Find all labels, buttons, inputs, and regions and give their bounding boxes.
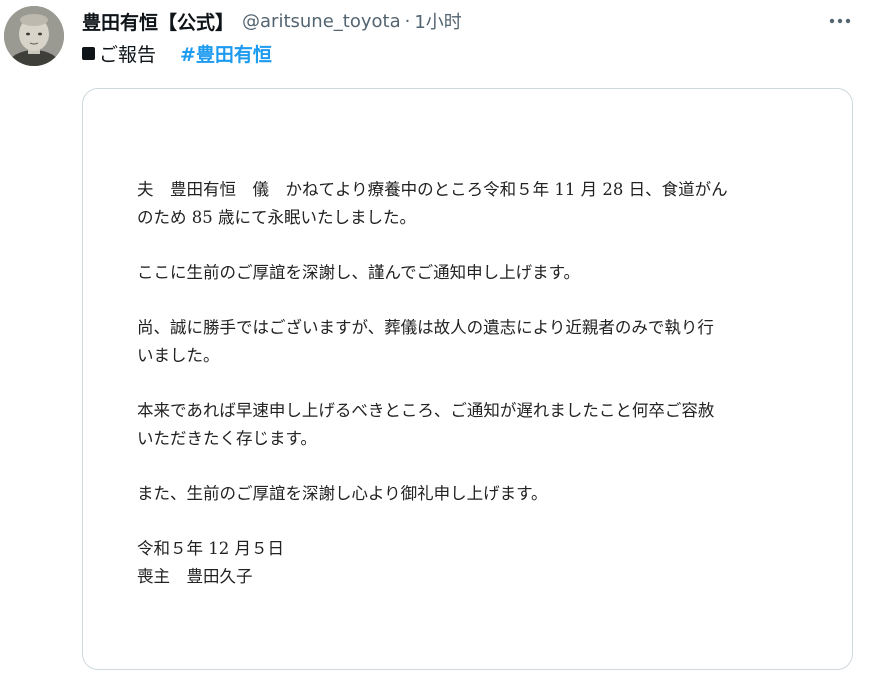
display-name[interactable]: 豊田有恒【公式】 — [82, 8, 234, 35]
more-button[interactable] — [826, 10, 854, 32]
letter-line: また、生前のご厚誼を深謝し心より御礼申し上げます。 — [137, 484, 548, 503]
tweet-text-prefix: ご報告 — [99, 43, 157, 66]
hashtag-link[interactable]: #豊田有恒 — [180, 40, 272, 67]
timestamp[interactable]: 1小时 — [414, 8, 461, 34]
letter-paragraph-4: 本来であれば早速申し上げるべきところ、ご通知が遅れましたこと何卒ご容赦 いただき… — [137, 397, 817, 453]
tweet-text: ご報告 #豊田有恒 — [82, 38, 272, 68]
media-image[interactable]: 夫 豊田有恒 儀 かねてより療養中のところ令和５年 11 月 28 日、食道がん… — [82, 88, 853, 670]
letter-paragraph-2: ここに生前のご厚誼を深謝し、謹んでご通知申し上げます。 — [137, 259, 817, 287]
letter-line: いました。 — [137, 346, 220, 365]
letter-line: いただきたく存じます。 — [137, 429, 317, 448]
letter-closing: 令和５年 12 月５日 喪主 豊田久子 — [137, 535, 817, 591]
separator-dot: · — [404, 10, 411, 32]
letter-date: 令和５年 12 月５日 — [137, 539, 284, 558]
avatar-photo — [4, 6, 64, 66]
letter-paragraph-5: また、生前のご厚誼を深謝し心より御礼申し上げます。 — [137, 480, 817, 508]
avatar[interactable] — [4, 6, 64, 66]
letter-signature: 喪主 豊田久子 — [137, 567, 253, 586]
letter-line: ここに生前のご厚誼を深謝し、謹んでご通知申し上げます。 — [137, 263, 581, 282]
tweet-header: 豊田有恒【公式】 @aritsune_toyota · 1小时 — [82, 6, 870, 36]
announcement-letter: 夫 豊田有恒 儀 かねてより療養中のところ令和５年 11 月 28 日、食道がん… — [137, 176, 817, 591]
user-handle[interactable]: @aritsune_toyota — [242, 11, 401, 32]
letter-line: 夫 豊田有恒 儀 かねてより療養中のところ令和５年 11 月 28 日、食道がん — [137, 180, 728, 199]
letter-line: のため 85 歳にて永眠いたしました。 — [137, 208, 416, 227]
black-square-icon — [82, 46, 95, 60]
letter-paragraph-3: 尚、誠に勝手ではございますが、葬儀は故人の遺志により近親者のみで執り行 いました… — [137, 314, 817, 370]
more-horizontal-icon — [829, 18, 851, 24]
letter-line: 尚、誠に勝手ではございますが、葬儀は故人の遺志により近親者のみで執り行 — [137, 318, 714, 337]
letter-paragraph-1: 夫 豊田有恒 儀 かねてより療養中のところ令和５年 11 月 28 日、食道がん… — [137, 176, 817, 232]
letter-line: 本来であれば早速申し上げるべきところ、ご通知が遅れましたこと何卒ご容赦 — [137, 401, 715, 420]
